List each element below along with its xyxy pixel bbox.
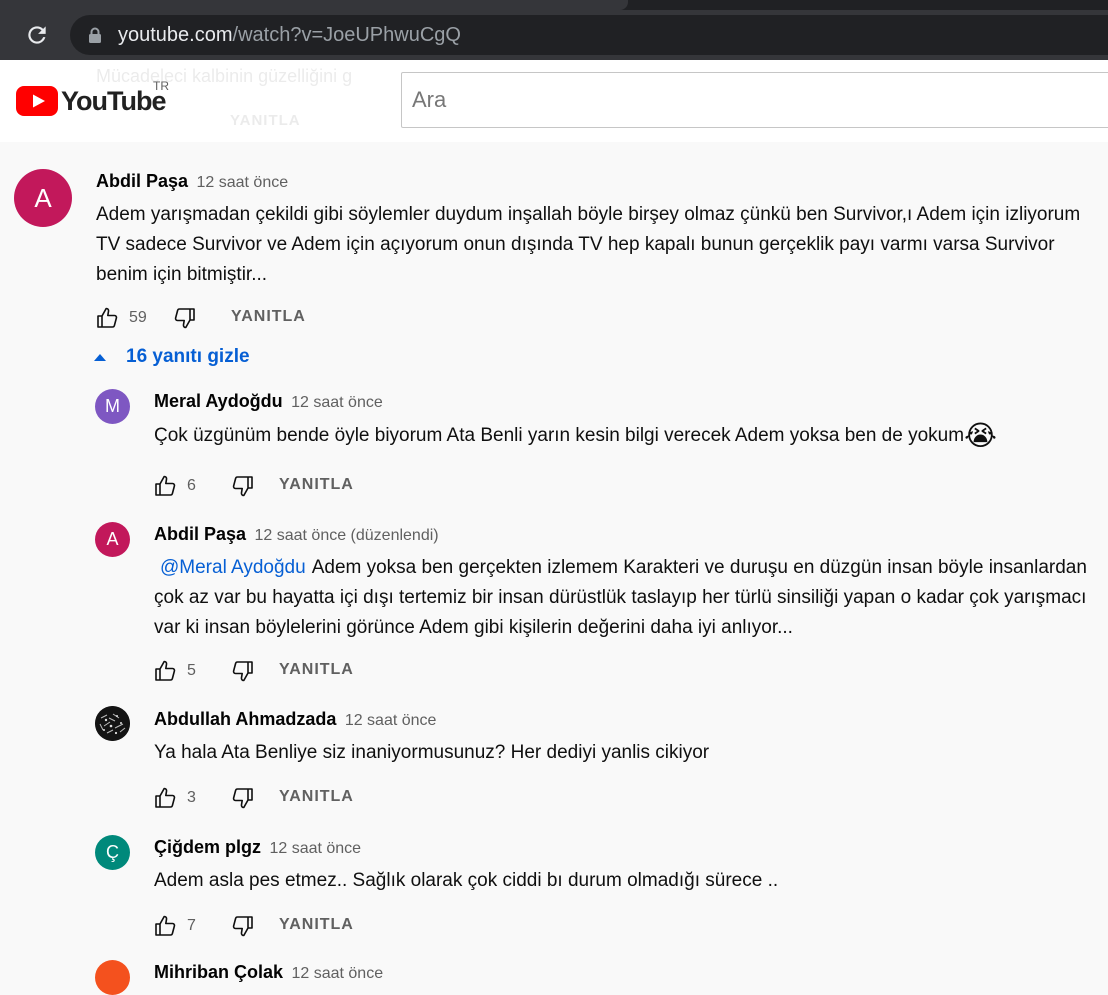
reply-text: Çok üzgünüm bende öyle biyorum Ata Benli…: [154, 425, 965, 447]
reply-header: Mihriban Çolak 12 saat önce: [154, 962, 383, 983]
reply-time[interactable]: 12 saat önce (düzenlendi): [254, 527, 438, 544]
reply-time[interactable]: 12 saat önce: [291, 965, 383, 982]
comment-text: Adem yarışmadan çekildi gibi söylemler d…: [96, 204, 1081, 285]
thumbs-down-icon[interactable]: [231, 659, 255, 683]
reply-header: Abdullah Ahmadzada 12 saat önce: [154, 709, 436, 730]
reply-time[interactable]: 12 saat önce: [269, 840, 361, 857]
avatar-photo[interactable]: [95, 706, 130, 741]
reply-actions: 6 YANITLA: [153, 474, 413, 500]
thumbs-up-icon[interactable]: [153, 786, 177, 810]
scrolled-comment-ghost: Mücadeleci kalbinin güzelliğini g: [96, 66, 353, 86]
url-path: /watch?v=JoeUPhwuCgQ: [232, 24, 461, 46]
country-code: TR: [153, 79, 169, 93]
reply-header: Çiğdem plgz 12 saat önce: [154, 837, 361, 858]
reply-button[interactable]: YANITLA: [279, 916, 354, 934]
reply-time[interactable]: 12 saat önce: [291, 394, 383, 411]
avatar[interactable]: [95, 960, 130, 995]
like-count: 3: [187, 789, 196, 806]
reload-icon[interactable]: [24, 22, 50, 48]
address-bar[interactable]: youtube.com/watch?v=JoeUPhwuCgQ: [70, 15, 1108, 55]
reply-author[interactable]: Çiğdem plgz: [154, 837, 261, 857]
reply-author[interactable]: Abdil Paşa: [154, 524, 246, 544]
browser-tab-strip: [0, 0, 1108, 10]
search-box[interactable]: [401, 72, 1108, 128]
thumbs-down-icon[interactable]: [173, 306, 197, 330]
reply-actions: 5 YANITLA: [153, 659, 413, 685]
reply-author[interactable]: Abdullah Ahmadzada: [154, 709, 336, 729]
thumbs-down-icon[interactable]: [231, 474, 255, 498]
browser-toolbar: youtube.com/watch?v=JoeUPhwuCgQ: [0, 10, 1108, 60]
avatar[interactable]: Ç: [95, 835, 130, 870]
youtube-logo[interactable]: YouTube: [16, 85, 166, 117]
hide-replies-toggle[interactable]: 16 yanıtı gizle: [94, 346, 250, 372]
url-text[interactable]: youtube.com/watch?v=JoeUPhwuCgQ: [118, 24, 461, 47]
mention-link[interactable]: @Meral Aydoğdu: [160, 557, 306, 578]
avatar[interactable]: A: [95, 522, 130, 557]
crying-emoji: 😭: [964, 420, 997, 451]
thumbs-up-icon[interactable]: [153, 474, 177, 498]
avatar[interactable]: A: [14, 169, 72, 227]
like-count: 7: [187, 917, 196, 934]
thumbs-down-icon[interactable]: [231, 914, 255, 938]
search-input[interactable]: [412, 83, 1092, 117]
scrolled-reply-ghost: YANITLA: [230, 112, 301, 129]
like-count: 6: [187, 477, 196, 494]
reply-button[interactable]: YANITLA: [279, 476, 354, 494]
thumbs-up-icon[interactable]: [153, 659, 177, 683]
reply-button[interactable]: YANITLA: [279, 661, 354, 679]
reply-author[interactable]: Meral Aydoğdu: [154, 391, 283, 411]
reply-time[interactable]: 12 saat önce: [345, 712, 437, 729]
reply-actions: 3 YANITLA: [153, 786, 413, 812]
reply-header: Abdil Paşa 12 saat önce (düzenlendi): [154, 524, 439, 545]
reply-actions: 7 YANITLA: [153, 914, 413, 940]
thumbs-down-icon[interactable]: [231, 786, 255, 810]
reply-header: Meral Aydoğdu 12 saat önce: [154, 391, 383, 412]
comment-time[interactable]: 12 saat önce: [196, 174, 288, 191]
hide-replies-label: 16 yanıtı gizle: [126, 346, 250, 367]
comment-actions: 59 YANITLA: [95, 306, 355, 332]
url-host: youtube.com: [118, 24, 233, 46]
youtube-play-icon: [16, 86, 58, 116]
avatar[interactable]: M: [95, 389, 130, 424]
browser-active-tab[interactable]: [0, 0, 628, 10]
reply-body: @Meral Aydoğdu Adem yoksa ben gerçekten i…: [154, 553, 1089, 643]
reply-button[interactable]: YANITLA: [231, 308, 306, 326]
reply-text: Ya hala Ata Benliye siz inaniyormusunuz?…: [154, 742, 710, 763]
logo-text: YouTube: [61, 86, 166, 116]
reply-text: Adem asla pes etmez.. Sağlık olarak çok …: [154, 870, 779, 891]
thumbs-up-icon[interactable]: [95, 306, 119, 330]
comment-author[interactable]: Abdil Paşa: [96, 171, 188, 191]
comment-header: Abdil Paşa 12 saat önce: [96, 171, 288, 192]
like-count: 59: [129, 309, 147, 326]
reply-author[interactable]: Mihriban Çolak: [154, 962, 283, 982]
reply-button[interactable]: YANITLA: [279, 788, 354, 806]
thumbs-up-icon[interactable]: [153, 914, 177, 938]
lock-icon[interactable]: [88, 27, 102, 43]
masthead: Mücadeleci kalbinin güzelliğini g YANITL…: [0, 60, 1108, 142]
caret-up-icon: [94, 354, 106, 361]
like-count: 5: [187, 662, 196, 679]
reply-body: Çok üzgünüm bende öyle biyorum Ata Benli…: [154, 421, 1094, 451]
